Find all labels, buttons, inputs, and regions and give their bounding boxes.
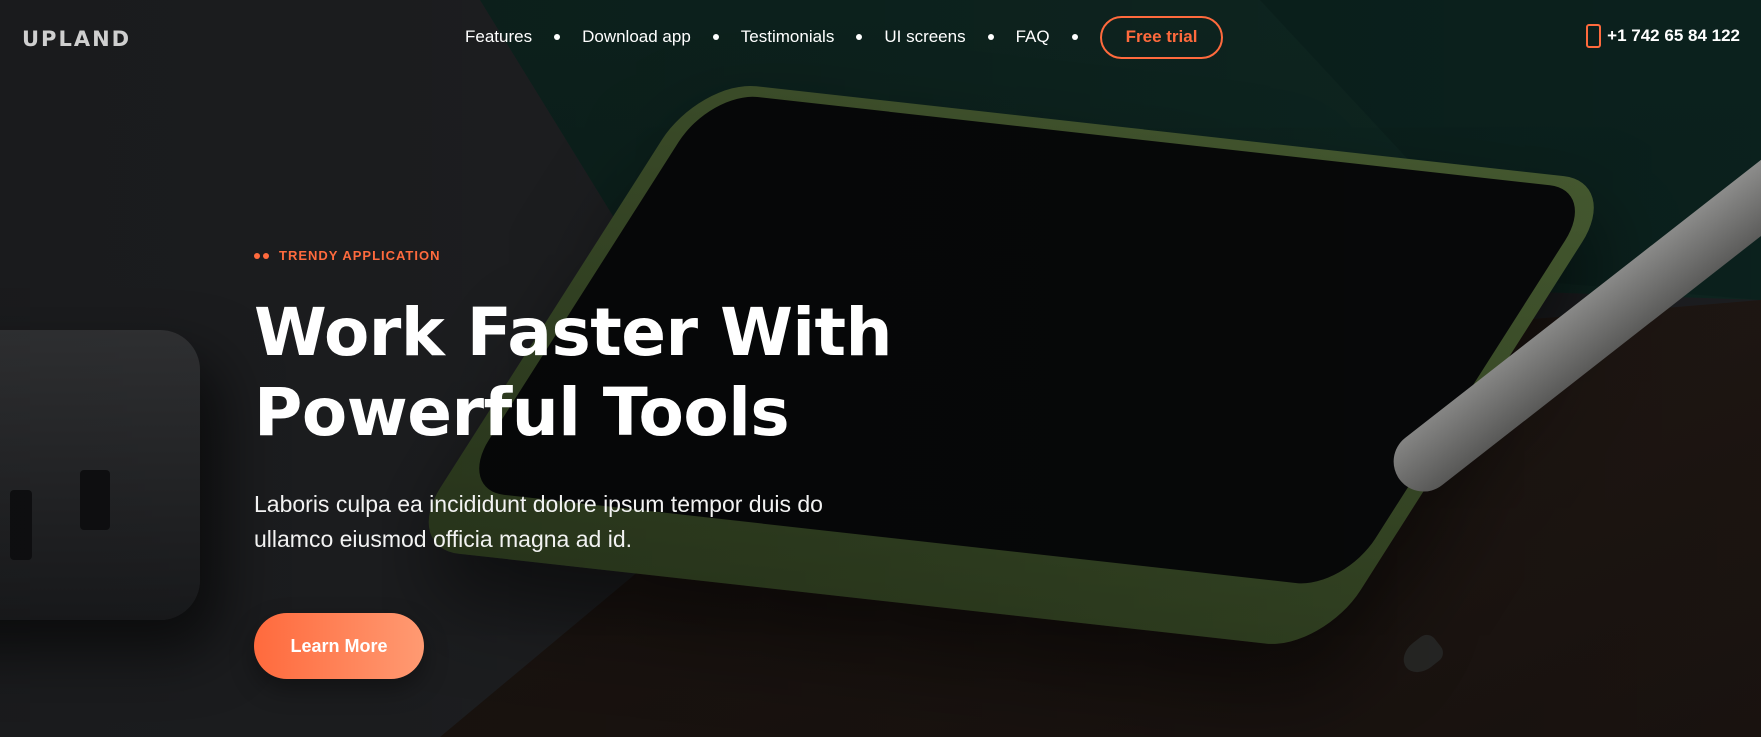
hero-eyebrow: TRENDY APPLICATION (254, 248, 954, 263)
top-navigation-bar: UPLAND Features Download app Testimonial… (0, 0, 1761, 76)
hero-subtext: Laboris culpa ea incididunt dolore ipsum… (254, 491, 823, 552)
phone-icon (1586, 24, 1602, 48)
logo-text: UPLAND (22, 27, 132, 51)
nav-link-features[interactable]: Features (465, 27, 532, 47)
nav-link-ui-screens[interactable]: UI screens (884, 27, 965, 47)
nav-separator-dot (712, 34, 719, 40)
nav-separator-dot (554, 34, 561, 40)
phone-contact-link[interactable]: +1 742 65 84 122 (1586, 24, 1740, 48)
headline-line-2: Powerful Tools (254, 374, 790, 451)
nav-link-faq[interactable]: FAQ (1016, 27, 1050, 47)
hero-headline: Work Faster With Powerful Tools (254, 293, 954, 453)
eyebrow-dots-icon (254, 252, 269, 259)
main-nav: Features Download app Testimonials UI sc… (465, 15, 1224, 59)
nav-link-testimonials[interactable]: Testimonials (741, 27, 835, 47)
nav-link-download-app[interactable]: Download app (582, 27, 691, 47)
nav-separator-dot (1071, 34, 1078, 40)
free-trial-button[interactable]: Free trial (1099, 15, 1224, 59)
learn-more-button[interactable]: Learn More (254, 613, 424, 679)
brand-logo[interactable]: UPLAND (22, 27, 131, 51)
hero-section: TRENDY APPLICATION Work Faster With Powe… (254, 248, 954, 679)
nav-separator-dot (987, 34, 994, 40)
headline-line-1: Work Faster With (254, 294, 893, 371)
nav-separator-dot (856, 34, 863, 40)
phone-number: +1 742 65 84 122 (1607, 26, 1740, 45)
eyebrow-text: TRENDY APPLICATION (279, 248, 441, 263)
